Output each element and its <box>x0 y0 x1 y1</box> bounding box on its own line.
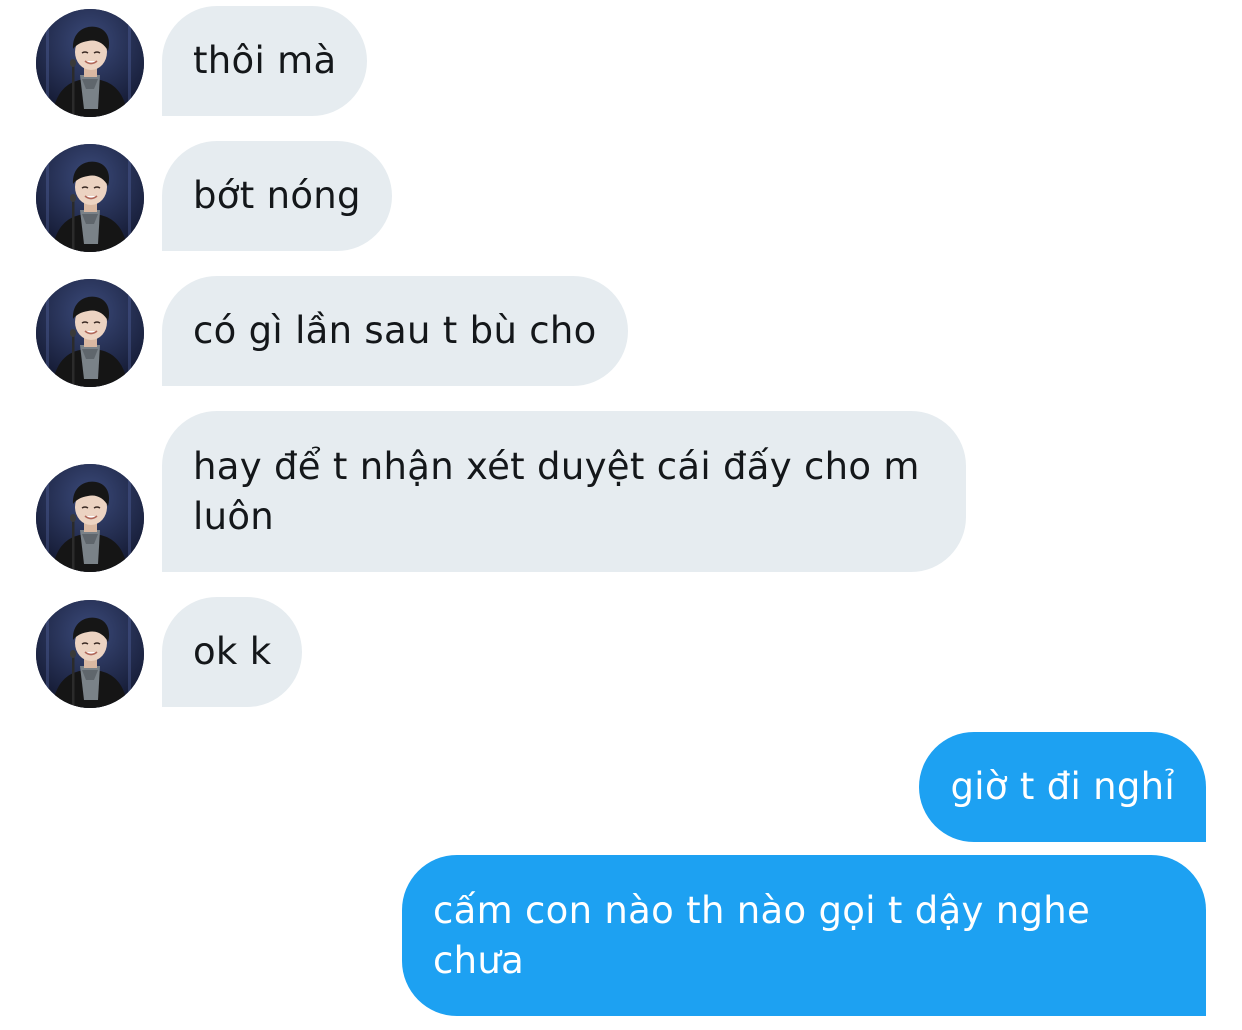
contact-avatar[interactable] <box>36 464 144 572</box>
incoming-message-bubble[interactable]: có gì lần sau t bù cho <box>162 276 628 386</box>
message-text: cấm con nào th nào gọi t dậy nghe chưa <box>433 889 1091 982</box>
message-text: có gì lần sau t bù cho <box>193 309 597 352</box>
message-text: giờ t đi nghỉ <box>950 765 1175 808</box>
incoming-message-bubble[interactable]: bớt nóng <box>162 141 392 251</box>
message-text: ok k <box>193 630 272 673</box>
incoming-message-bubble[interactable]: hay để t nhận xét duyệt cái đấy cho m lu… <box>162 411 966 572</box>
contact-avatar[interactable] <box>36 144 144 252</box>
message-text: hay để t nhận xét duyệt cái đấy cho m lu… <box>193 445 920 538</box>
message-thread: thôi mà bớt nóng có gì lần sau t bù cho … <box>0 0 1242 1030</box>
contact-avatar[interactable] <box>36 600 144 708</box>
outgoing-message-bubble[interactable]: giờ t đi nghỉ <box>919 732 1206 842</box>
incoming-message-bubble[interactable]: ok k <box>162 597 303 707</box>
message-text: bớt nóng <box>193 174 361 217</box>
contact-avatar[interactable] <box>36 279 144 387</box>
outgoing-message-bubble[interactable]: cấm con nào th nào gọi t dậy nghe chưa <box>402 855 1206 1016</box>
incoming-message-bubble[interactable]: thôi mà <box>162 6 368 116</box>
contact-avatar[interactable] <box>36 9 144 117</box>
message-text: thôi mà <box>193 39 337 82</box>
